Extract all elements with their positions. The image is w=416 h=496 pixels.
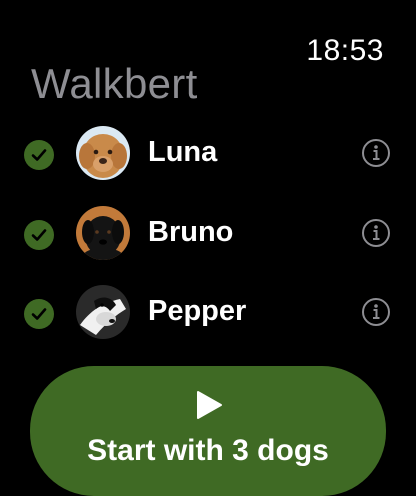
selected-check-icon[interactable]	[24, 299, 54, 329]
dog-avatar-bruno	[76, 206, 130, 260]
info-icon[interactable]	[361, 138, 390, 167]
dog-avatar-pepper	[76, 285, 130, 339]
start-walk-button[interactable]: Start with 3 dogs	[30, 366, 386, 496]
dog-row-luna[interactable]: Luna	[0, 126, 416, 182]
status-time: 18:53	[306, 34, 384, 67]
play-icon	[197, 391, 222, 419]
info-icon[interactable]	[361, 297, 390, 326]
dog-row-pepper[interactable]: Pepper	[0, 285, 416, 341]
app-title: Walkbert	[31, 60, 198, 107]
start-button-label: Start with 3 dogs	[87, 434, 329, 467]
dog-name: Pepper	[148, 295, 247, 327]
selected-check-icon[interactable]	[24, 220, 54, 250]
dog-avatar-luna	[76, 126, 130, 180]
dog-name: Luna	[148, 136, 218, 168]
info-icon[interactable]	[361, 218, 390, 247]
dog-row-bruno[interactable]: Bruno	[0, 206, 416, 262]
selected-check-icon[interactable]	[24, 140, 54, 170]
dog-name: Bruno	[148, 216, 234, 248]
